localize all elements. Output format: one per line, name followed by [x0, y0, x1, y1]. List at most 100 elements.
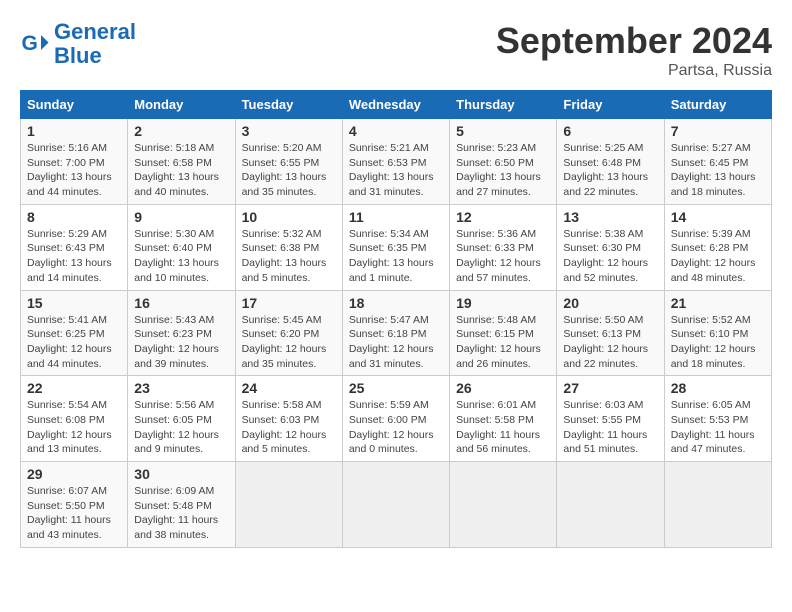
- calendar-day-cell: [235, 462, 342, 548]
- weekday-header-cell: Tuesday: [235, 91, 342, 119]
- day-info: Sunrise: 5:30 AM Sunset: 6:40 PM Dayligh…: [134, 227, 228, 286]
- weekday-header-cell: Wednesday: [342, 91, 449, 119]
- day-info: Sunrise: 5:34 AM Sunset: 6:35 PM Dayligh…: [349, 227, 443, 286]
- calendar-week-row: 22Sunrise: 5:54 AM Sunset: 6:08 PM Dayli…: [21, 376, 772, 462]
- calendar-day-cell: 8 Sunrise: 5:29 AM Sunset: 6:43 PM Daylig…: [21, 204, 128, 290]
- calendar-day-cell: 30 Sunrise: 6:09 AM Sunset: 5:48 PM Dayli…: [128, 462, 235, 548]
- calendar-day-cell: [664, 462, 771, 548]
- day-number: 3: [242, 123, 336, 139]
- day-info: Sunrise: 5:18 AM Sunset: 6:58 PM Dayligh…: [134, 141, 228, 200]
- day-info: Sunrise: 5:48 AM Sunset: 6:15 PM Dayligh…: [456, 313, 550, 372]
- weekday-header-cell: Friday: [557, 91, 664, 119]
- page-header: G General Blue September 2024 Partsa, Ru…: [20, 20, 772, 80]
- calendar-day-cell: 23Sunrise: 5:56 AM Sunset: 6:05 PM Dayli…: [128, 376, 235, 462]
- month-title: September 2024: [496, 20, 772, 62]
- day-number: 25: [349, 380, 443, 396]
- calendar-day-cell: 1 Sunrise: 5:16 AM Sunset: 7:00 PM Daylig…: [21, 119, 128, 205]
- day-number: 24: [242, 380, 336, 396]
- day-number: 22: [27, 380, 121, 396]
- day-number: 9: [134, 209, 228, 225]
- calendar-day-cell: 13 Sunrise: 5:38 AM Sunset: 6:30 PM Dayli…: [557, 204, 664, 290]
- calendar-day-cell: 15 Sunrise: 5:41 AM Sunset: 6:25 PM Dayli…: [21, 290, 128, 376]
- calendar-week-row: 8 Sunrise: 5:29 AM Sunset: 6:43 PM Daylig…: [21, 204, 772, 290]
- day-number: 19: [456, 295, 550, 311]
- calendar-day-cell: 28 Sunrise: 6:05 AM Sunset: 5:53 PM Dayli…: [664, 376, 771, 462]
- calendar-day-cell: 5Sunrise: 5:23 AM Sunset: 6:50 PM Daylig…: [450, 119, 557, 205]
- calendar-day-cell: 22Sunrise: 5:54 AM Sunset: 6:08 PM Dayli…: [21, 376, 128, 462]
- calendar-day-cell: [557, 462, 664, 548]
- day-info: Sunrise: 6:09 AM Sunset: 5:48 PM Dayligh…: [134, 484, 228, 543]
- logo-line1: General: [54, 19, 136, 44]
- day-number: 30: [134, 466, 228, 482]
- day-info: Sunrise: 5:39 AM Sunset: 6:28 PM Dayligh…: [671, 227, 765, 286]
- day-number: 1: [27, 123, 121, 139]
- calendar-day-cell: 9 Sunrise: 5:30 AM Sunset: 6:40 PM Daylig…: [128, 204, 235, 290]
- day-number: 21: [671, 295, 765, 311]
- calendar-day-cell: 26 Sunrise: 6:01 AM Sunset: 5:58 PM Dayli…: [450, 376, 557, 462]
- day-info: Sunrise: 5:20 AM Sunset: 6:55 PM Dayligh…: [242, 141, 336, 200]
- day-info: Sunrise: 5:21 AM Sunset: 6:53 PM Dayligh…: [349, 141, 443, 200]
- day-info: Sunrise: 5:38 AM Sunset: 6:30 PM Dayligh…: [563, 227, 657, 286]
- day-number: 6: [563, 123, 657, 139]
- calendar-day-cell: 12Sunrise: 5:36 AM Sunset: 6:33 PM Dayli…: [450, 204, 557, 290]
- day-number: 28: [671, 380, 765, 396]
- day-number: 18: [349, 295, 443, 311]
- calendar-day-cell: 6 Sunrise: 5:25 AM Sunset: 6:48 PM Daylig…: [557, 119, 664, 205]
- day-number: 17: [242, 295, 336, 311]
- calendar-week-row: 1 Sunrise: 5:16 AM Sunset: 7:00 PM Daylig…: [21, 119, 772, 205]
- day-number: 13: [563, 209, 657, 225]
- day-info: Sunrise: 5:27 AM Sunset: 6:45 PM Dayligh…: [671, 141, 765, 200]
- day-number: 26: [456, 380, 550, 396]
- day-info: Sunrise: 5:50 AM Sunset: 6:13 PM Dayligh…: [563, 313, 657, 372]
- calendar-day-cell: 25Sunrise: 5:59 AM Sunset: 6:00 PM Dayli…: [342, 376, 449, 462]
- calendar-day-cell: 10Sunrise: 5:32 AM Sunset: 6:38 PM Dayli…: [235, 204, 342, 290]
- calendar-day-cell: 19 Sunrise: 5:48 AM Sunset: 6:15 PM Dayli…: [450, 290, 557, 376]
- day-info: Sunrise: 5:47 AM Sunset: 6:18 PM Dayligh…: [349, 313, 443, 372]
- calendar-day-cell: 21Sunrise: 5:52 AM Sunset: 6:10 PM Dayli…: [664, 290, 771, 376]
- day-info: Sunrise: 5:41 AM Sunset: 6:25 PM Dayligh…: [27, 313, 121, 372]
- day-number: 2: [134, 123, 228, 139]
- day-number: 15: [27, 295, 121, 311]
- logo: G General Blue: [20, 20, 136, 68]
- day-number: 5: [456, 123, 550, 139]
- weekday-header-row: SundayMondayTuesdayWednesdayThursdayFrid…: [21, 91, 772, 119]
- day-number: 7: [671, 123, 765, 139]
- calendar-day-cell: 7 Sunrise: 5:27 AM Sunset: 6:45 PM Daylig…: [664, 119, 771, 205]
- day-number: 20: [563, 295, 657, 311]
- weekday-header-cell: Monday: [128, 91, 235, 119]
- calendar-day-cell: [342, 462, 449, 548]
- calendar-day-cell: 11Sunrise: 5:34 AM Sunset: 6:35 PM Dayli…: [342, 204, 449, 290]
- logo-icon: G: [20, 29, 50, 59]
- calendar-day-cell: 20 Sunrise: 5:50 AM Sunset: 6:13 PM Dayli…: [557, 290, 664, 376]
- logo-line2: Blue: [54, 43, 102, 68]
- day-number: 14: [671, 209, 765, 225]
- calendar-day-cell: 3 Sunrise: 5:20 AM Sunset: 6:55 PM Daylig…: [235, 119, 342, 205]
- calendar-body: 1 Sunrise: 5:16 AM Sunset: 7:00 PM Daylig…: [21, 119, 772, 548]
- calendar-day-cell: 17 Sunrise: 5:45 AM Sunset: 6:20 PM Dayli…: [235, 290, 342, 376]
- title-block: September 2024 Partsa, Russia: [496, 20, 772, 80]
- day-info: Sunrise: 5:43 AM Sunset: 6:23 PM Dayligh…: [134, 313, 228, 372]
- day-number: 16: [134, 295, 228, 311]
- day-info: Sunrise: 5:56 AM Sunset: 6:05 PM Dayligh…: [134, 398, 228, 457]
- day-info: Sunrise: 5:16 AM Sunset: 7:00 PM Dayligh…: [27, 141, 121, 200]
- day-info: Sunrise: 6:05 AM Sunset: 5:53 PM Dayligh…: [671, 398, 765, 457]
- day-info: Sunrise: 5:45 AM Sunset: 6:20 PM Dayligh…: [242, 313, 336, 372]
- day-number: 8: [27, 209, 121, 225]
- calendar-day-cell: 24 Sunrise: 5:58 AM Sunset: 6:03 PM Dayli…: [235, 376, 342, 462]
- calendar-week-row: 29Sunrise: 6:07 AM Sunset: 5:50 PM Dayli…: [21, 462, 772, 548]
- calendar-day-cell: 27Sunrise: 6:03 AM Sunset: 5:55 PM Dayli…: [557, 376, 664, 462]
- day-info: Sunrise: 5:36 AM Sunset: 6:33 PM Dayligh…: [456, 227, 550, 286]
- calendar-day-cell: 16 Sunrise: 5:43 AM Sunset: 6:23 PM Dayli…: [128, 290, 235, 376]
- calendar-week-row: 15 Sunrise: 5:41 AM Sunset: 6:25 PM Dayli…: [21, 290, 772, 376]
- location-title: Partsa, Russia: [496, 62, 772, 80]
- calendar-day-cell: 4Sunrise: 5:21 AM Sunset: 6:53 PM Daylig…: [342, 119, 449, 205]
- day-number: 10: [242, 209, 336, 225]
- day-info: Sunrise: 5:29 AM Sunset: 6:43 PM Dayligh…: [27, 227, 121, 286]
- weekday-header-cell: Saturday: [664, 91, 771, 119]
- day-info: Sunrise: 6:01 AM Sunset: 5:58 PM Dayligh…: [456, 398, 550, 457]
- day-number: 29: [27, 466, 121, 482]
- svg-text:G: G: [22, 32, 38, 55]
- day-info: Sunrise: 6:03 AM Sunset: 5:55 PM Dayligh…: [563, 398, 657, 457]
- day-info: Sunrise: 5:25 AM Sunset: 6:48 PM Dayligh…: [563, 141, 657, 200]
- day-info: Sunrise: 5:58 AM Sunset: 6:03 PM Dayligh…: [242, 398, 336, 457]
